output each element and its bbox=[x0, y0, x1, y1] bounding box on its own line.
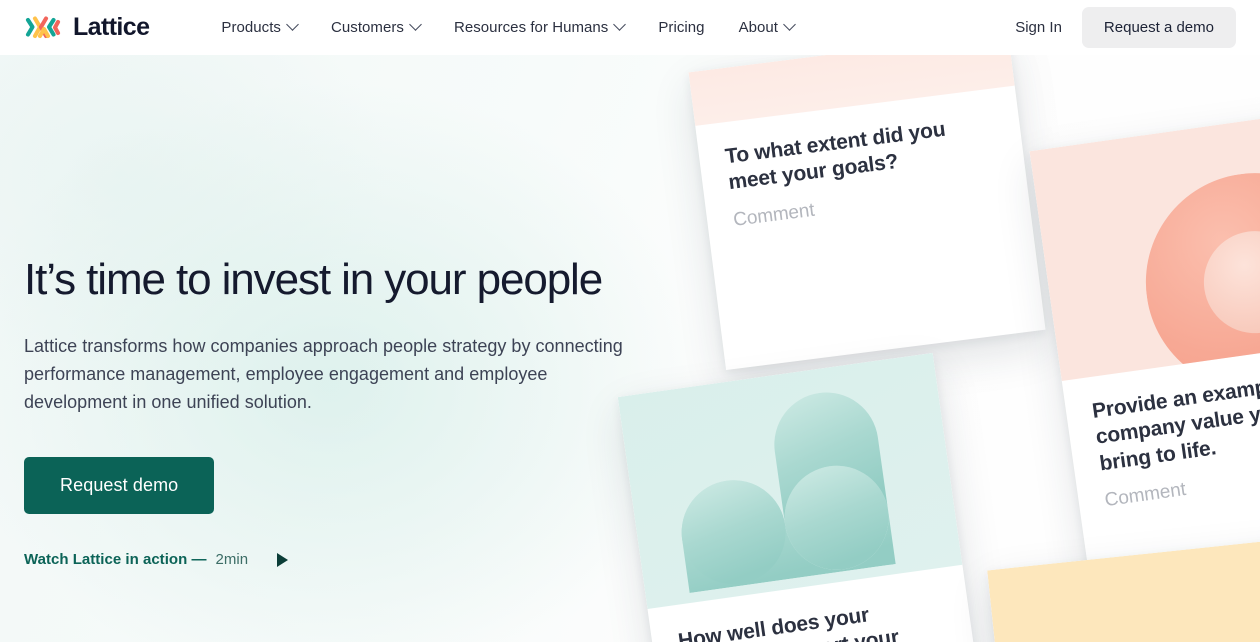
lattice-chevrons-logo-icon bbox=[25, 15, 61, 38]
nav-item-label: Products bbox=[221, 19, 281, 36]
card-question-text: How well does your manager support your … bbox=[676, 603, 901, 642]
nav-item-products[interactable]: Products bbox=[204, 13, 314, 42]
nav-actions: Sign In Request a demo bbox=[1005, 7, 1236, 48]
sign-in-link[interactable]: Sign In bbox=[1005, 11, 1072, 44]
nav-item-label: Customers bbox=[331, 19, 404, 36]
hero-subtitle: Lattice transforms how companies approac… bbox=[24, 336, 623, 413]
page-title: It’s time to invest in your people bbox=[24, 255, 603, 304]
watch-video-link[interactable]: Watch Lattice in action — 2min bbox=[24, 551, 289, 569]
chevron-down-icon bbox=[286, 18, 299, 31]
watch-video-duration: 2min bbox=[215, 551, 249, 569]
yellow-sun-shape-icon bbox=[1044, 633, 1251, 642]
hero-copy: It’s time to invest in your people Latti… bbox=[24, 255, 724, 568]
request-demo-button[interactable]: Request demo bbox=[24, 457, 215, 515]
nav-item-customers[interactable]: Customers bbox=[314, 13, 437, 42]
question-card-goals: To what extent did you meet your goals? … bbox=[688, 55, 1046, 370]
card-media-pink bbox=[1029, 110, 1260, 382]
watch-video-label: Watch Lattice in action — bbox=[24, 551, 207, 569]
nav-item-label: Pricing bbox=[658, 19, 705, 36]
nav-item-about[interactable]: About bbox=[722, 13, 811, 42]
top-navigation-bar: Lattice Products Customers Resources for… bbox=[0, 0, 1260, 55]
card-question-text: Provide an example of a company value yo… bbox=[1090, 367, 1260, 476]
nav-item-label: About bbox=[738, 19, 779, 36]
chevron-down-icon bbox=[783, 18, 796, 31]
nav-item-resources-for-humans[interactable]: Resources for Humans bbox=[437, 13, 641, 42]
nav-links: Products Customers Resources for Humans … bbox=[204, 13, 811, 42]
question-card-company-value: Provide an example of a company value yo… bbox=[1029, 110, 1260, 578]
chevron-down-icon bbox=[613, 18, 627, 31]
nav-item-pricing[interactable]: Pricing bbox=[641, 13, 721, 42]
brand-logo-link[interactable]: Lattice bbox=[24, 13, 150, 41]
request-a-demo-button[interactable]: Request a demo bbox=[1081, 7, 1236, 48]
landing-page: Lattice Products Customers Resources for… bbox=[0, 0, 1260, 642]
nav-item-label: Resources for Humans bbox=[453, 19, 609, 36]
brand-wordmark: Lattice bbox=[73, 13, 150, 41]
pink-donut-shape-icon bbox=[1131, 159, 1260, 382]
chevron-down-icon bbox=[409, 18, 422, 31]
play-triangle-icon[interactable] bbox=[277, 552, 289, 567]
hero-section: To what extent did you meet your goals? … bbox=[0, 55, 1260, 642]
